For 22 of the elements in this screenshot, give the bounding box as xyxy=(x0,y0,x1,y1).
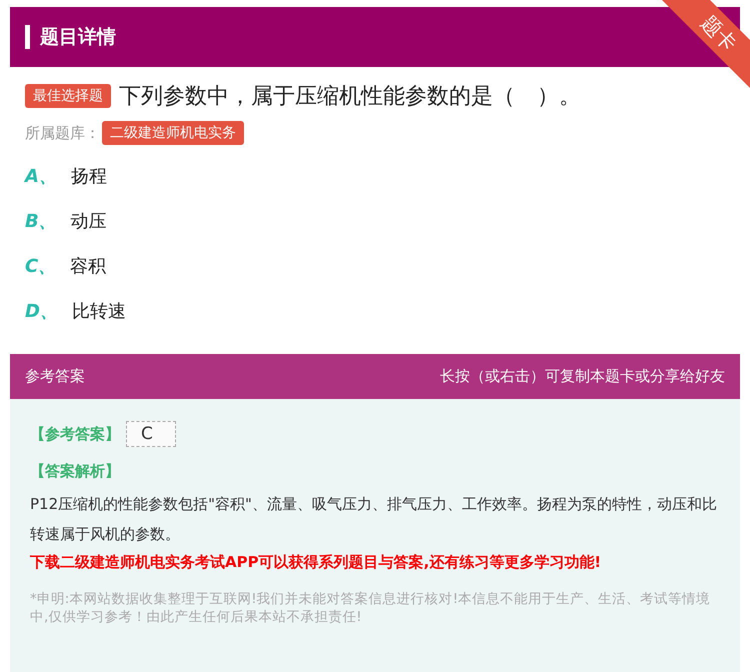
title-marker xyxy=(25,25,30,49)
option-letter: A、 xyxy=(25,165,57,188)
answer-label: 【参考答案】 xyxy=(30,424,120,444)
promo-text: 下载二级建造师机电实务考试APP可以获得系列题目与答案,还有练习等更多学习功能! xyxy=(30,553,602,572)
disclaimer-text: *申明:本网站数据收集整理于互联网!我们并未能对答案信息进行核对!本信息不能用于生产、生活、考试等情境中,仅供学习参考！由此产生任何后果本站不承担责任! xyxy=(30,590,712,626)
bank-label: 所属题库： xyxy=(25,124,100,142)
question-type-badge: 最佳选择题 xyxy=(25,84,111,108)
option-text: 动压 xyxy=(70,210,107,233)
option-letter: D、 xyxy=(25,300,58,323)
question-text: 下列参数中，属于压缩机性能参数的是（ ）。 xyxy=(119,83,581,111)
option-letter: C、 xyxy=(25,255,56,278)
answer-value: C xyxy=(126,421,176,447)
answer-title: 参考答案 xyxy=(25,367,85,386)
option-text: 容积 xyxy=(70,255,106,278)
copy-hint: 长按（或右击）可复制本题卡或分享给好友 xyxy=(440,367,725,386)
page-title: 题目详情 xyxy=(40,25,116,50)
option-letter: B、 xyxy=(25,210,57,233)
analysis-text: P12压缩机的性能参数包括"容积"、流量、吸气压力、排气压力、工作效率。扬程为泵的特性，动压和比转速属于风机的参数。 xyxy=(30,494,718,545)
option-text: 扬程 xyxy=(70,165,107,188)
bank-tag[interactable]: 二级建造师机电实务 xyxy=(102,121,244,145)
analysis-label: 【答案解析】 xyxy=(30,462,120,480)
option-text: 比转速 xyxy=(72,300,126,323)
